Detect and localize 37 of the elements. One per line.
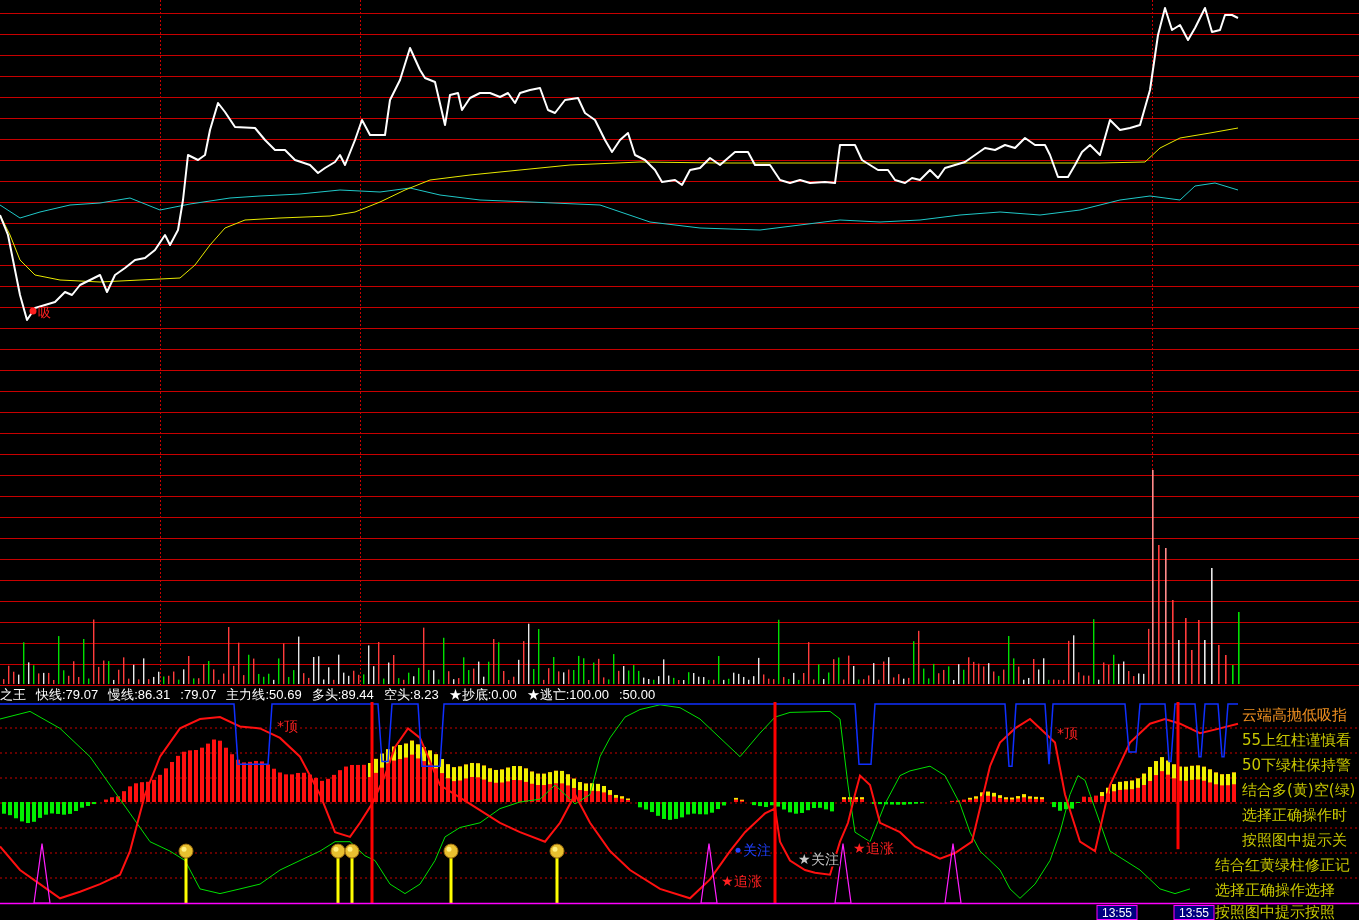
signal-label: *顶: [1057, 724, 1078, 741]
lollipop-marker-icon: [178, 843, 194, 903]
time-cursor-label: 13:55: [1173, 905, 1215, 920]
spike-marker: [700, 843, 718, 904]
notes-line: 50下绿柱保持警: [1242, 757, 1352, 774]
legend-label: :79.07: [180, 686, 217, 702]
notes-line: 按照图中提示关: [1242, 832, 1347, 849]
notes-line: 55上红柱谨慎看: [1242, 732, 1352, 749]
spike-marker: [33, 843, 51, 904]
legend-label: 之王: [0, 686, 26, 702]
legend-label: :50.00: [619, 686, 656, 702]
notes-line: 按照图中提示按照: [1215, 904, 1335, 920]
signal-label: ★追涨: [721, 873, 762, 889]
lollipop-marker-icon: [443, 843, 459, 903]
signal-label: 关注: [743, 841, 771, 858]
notes-title: 云端高抛低吸指: [1242, 707, 1347, 724]
spike-marker: [944, 843, 962, 904]
signal-dot-icon: [735, 847, 741, 853]
legend-label: ★抄底:0.00: [448, 686, 517, 702]
lollipop-marker-icon: [330, 843, 346, 903]
legend-label: 主力线:50.69: [226, 686, 302, 702]
time-cursor-label: 13:55: [1096, 905, 1138, 920]
notes-line: 结合多(黄)空(绿): [1242, 782, 1356, 799]
signal-dot-icon: [29, 307, 37, 315]
signal-label: 吸: [38, 305, 51, 320]
signal-label: ★追涨: [853, 840, 894, 856]
legend-label: 多头:89.44: [311, 686, 374, 702]
lollipop-marker-icon: [549, 843, 565, 903]
legend-label: 快线:79.07: [36, 686, 99, 702]
notes-line: 结合红黄绿柱修正记: [1215, 857, 1350, 874]
legend-label: 慢线:86.31: [108, 686, 171, 702]
lollipop-marker-icon: [344, 843, 360, 903]
notes-line: 选择正确操作选择: [1215, 882, 1335, 899]
signal-label: *顶: [277, 718, 298, 735]
legend-label: ★逃亡:100.00: [526, 686, 609, 702]
notes-line: 选择正确操作时: [1242, 807, 1347, 824]
legend-label: 空头:8.23: [383, 686, 439, 702]
